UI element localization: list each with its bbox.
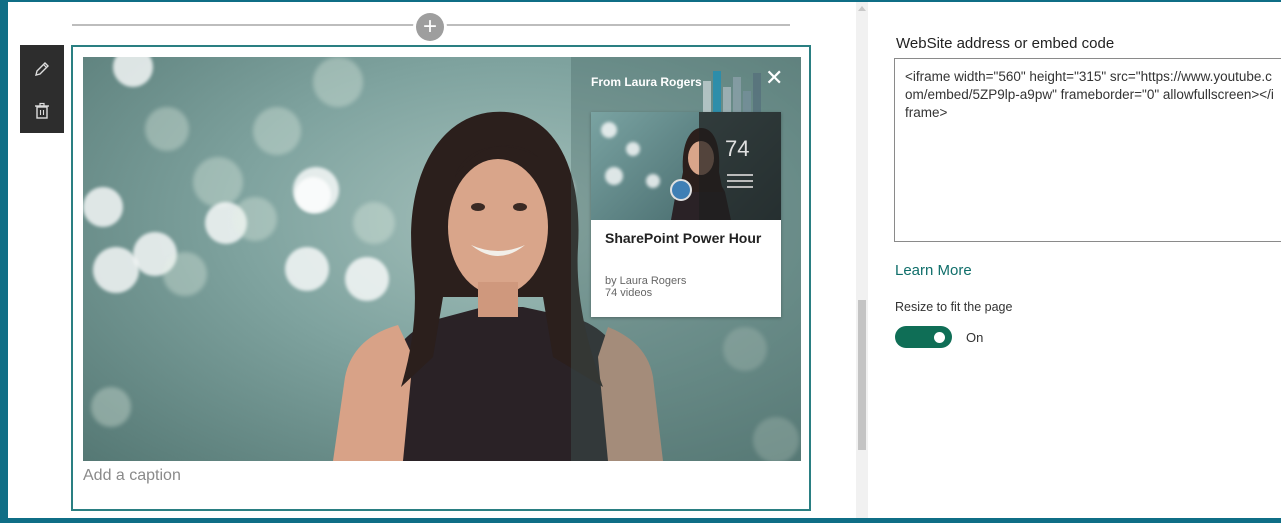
section-divider-right (444, 24, 790, 26)
resize-toggle-label: Resize to fit the page (895, 300, 1013, 314)
webpart-toolbar (20, 45, 64, 133)
property-pane: WebSite address or embed code <iframe wi… (868, 2, 1281, 518)
trash-icon (35, 102, 49, 119)
scroll-up-arrow-icon[interactable] (858, 6, 866, 11)
bokeh-light (605, 167, 623, 185)
embed-code-label: WebSite address or embed code (896, 35, 1115, 52)
playlist-count-panel (699, 112, 781, 220)
bokeh-light (626, 142, 640, 156)
learn-more-link[interactable]: Learn More (895, 262, 972, 279)
toggle-state-label: On (966, 330, 984, 345)
close-overlay-button[interactable]: ✕ (765, 67, 783, 89)
embedded-video-player[interactable]: From Laura Rogers ✕ 74 SharePoint Power … (83, 57, 801, 461)
editor-window: + From Laura Rogers ✕ 74 SharePoint Powe… (8, 2, 1281, 518)
bokeh-light (646, 174, 660, 188)
pencil-icon (35, 62, 49, 76)
toggle-knob (934, 332, 945, 343)
scrollbar-thumb[interactable] (858, 300, 866, 450)
resize-toggle[interactable] (895, 326, 952, 348)
delete-webpart-button[interactable] (20, 93, 64, 129)
page-canvas: + From Laura Rogers ✕ 74 SharePoint Powe… (8, 2, 856, 518)
close-icon: ✕ (765, 65, 784, 90)
playlist-card[interactable]: 74 SharePoint Power Hour by Laura Rogers… (591, 112, 781, 317)
playlist-icon (727, 174, 753, 192)
playlist-title: SharePoint Power Hour (605, 230, 762, 246)
edit-webpart-button[interactable] (20, 51, 64, 87)
playlist-byline: by Laura Rogers (605, 275, 687, 287)
canvas-scrollbar[interactable] (856, 2, 868, 518)
overlay-title: From Laura Rogers (591, 75, 702, 89)
bokeh-light (601, 122, 617, 138)
playlist-meta: by Laura Rogers 74 videos (605, 275, 686, 299)
embed-webpart[interactable]: From Laura Rogers ✕ 74 SharePoint Power … (71, 45, 811, 511)
playlist-video-count: 74 videos (605, 287, 653, 299)
playlist-thumbnail: 74 (591, 112, 781, 220)
caption-field[interactable]: Add a caption (83, 467, 181, 485)
embed-code-textarea[interactable]: <iframe width="560" height="315" src="ht… (894, 58, 1281, 242)
channel-logo-bars (703, 71, 761, 115)
playlist-count: 74 (725, 136, 750, 161)
add-section-button[interactable]: + (416, 13, 444, 41)
section-divider-left (72, 24, 416, 26)
